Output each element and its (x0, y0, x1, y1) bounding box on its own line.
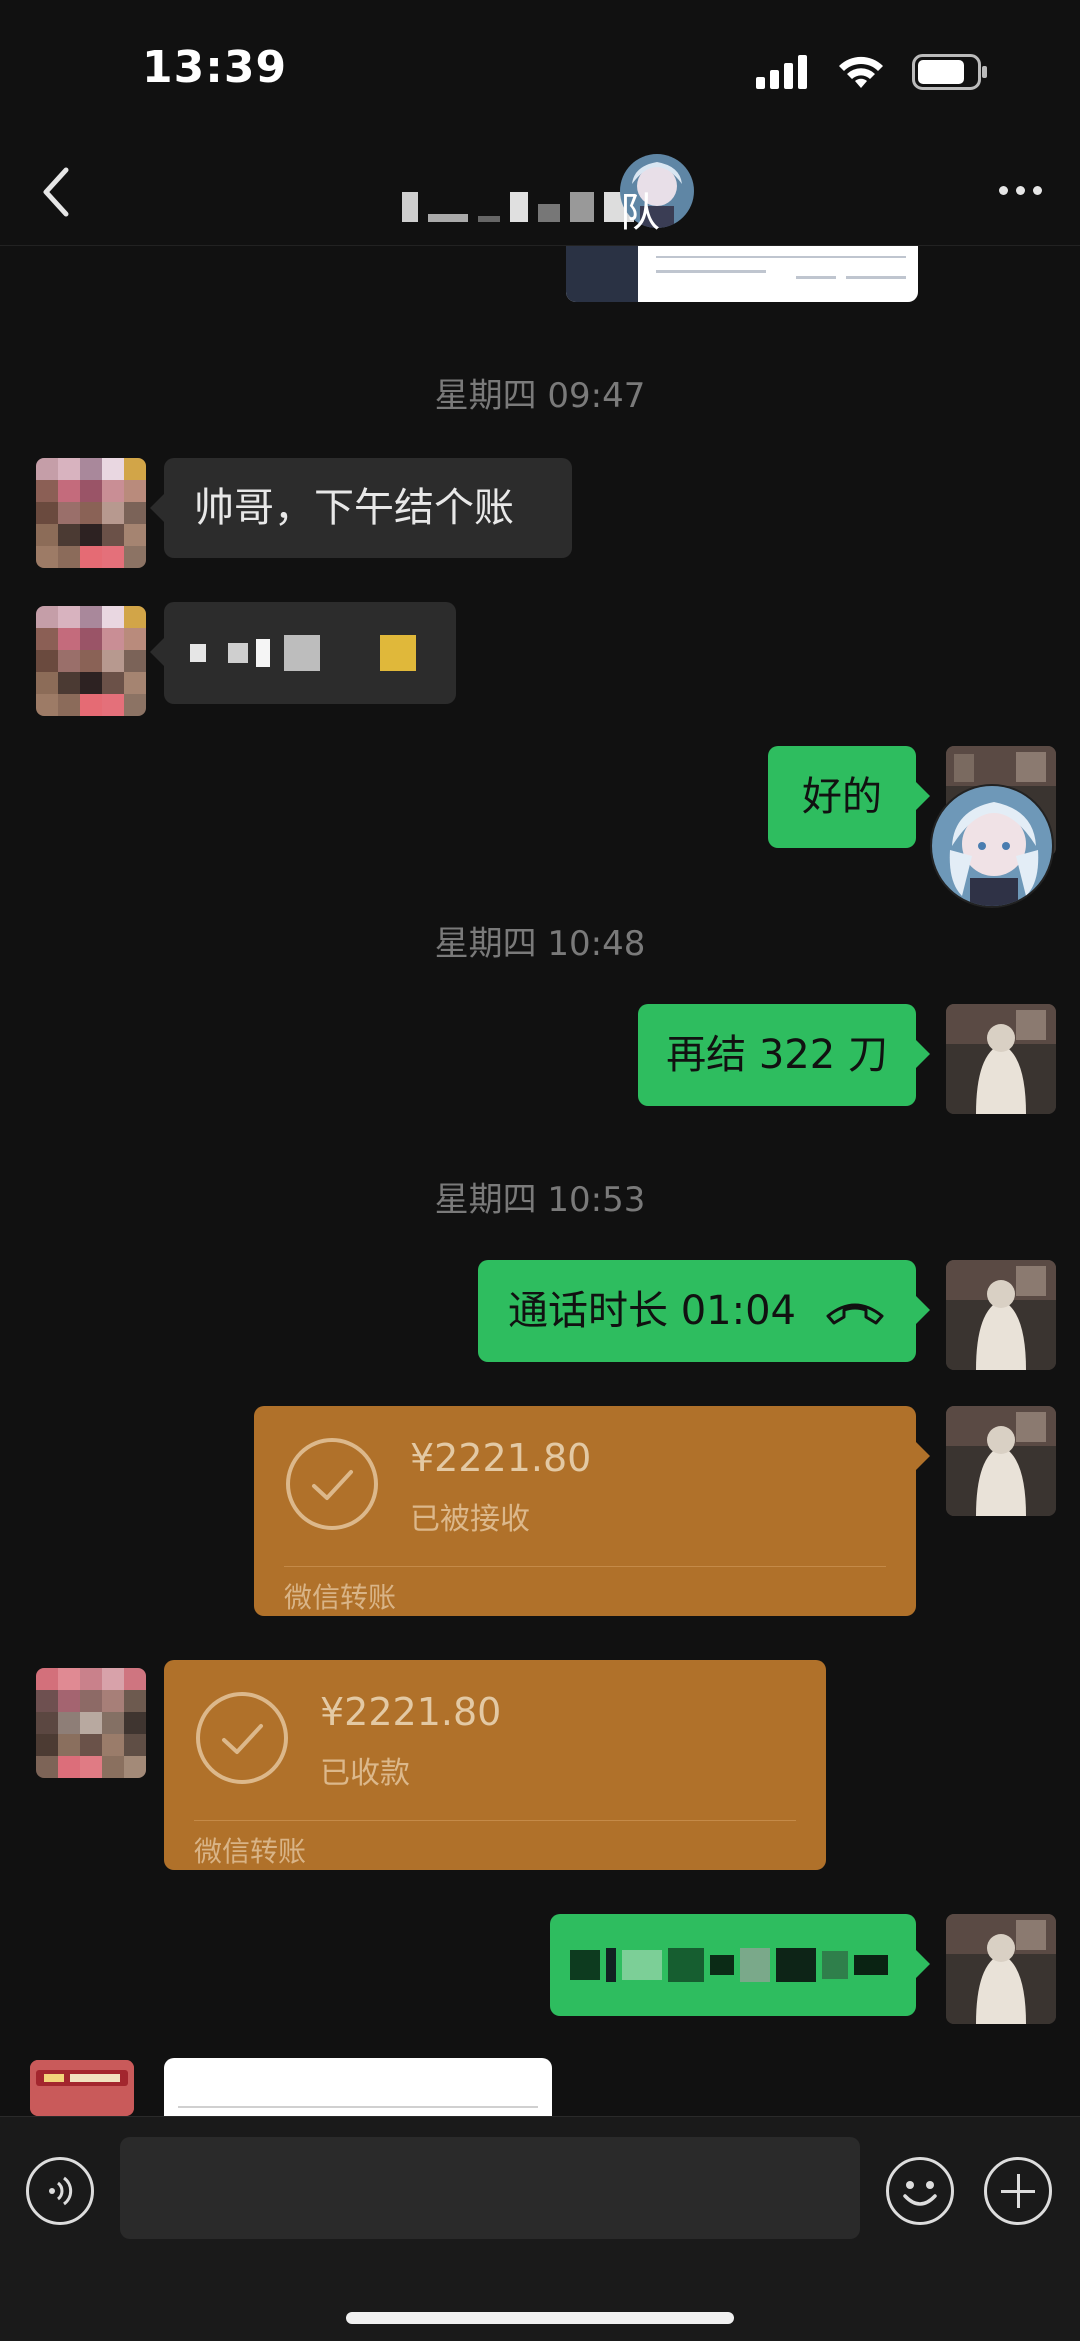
message-bubble-sent[interactable]: 再结 322 刀 (638, 1004, 930, 1106)
home-indicator (346, 2312, 734, 2324)
avatar-sticker (930, 784, 1054, 908)
plus-button[interactable] (984, 2157, 1052, 2225)
emoji-button[interactable] (886, 2157, 954, 2225)
emoji-icon (903, 2181, 937, 2206)
image-message-partial[interactable] (164, 2058, 552, 2116)
chat-nav-bar: 队 (0, 130, 1080, 246)
self-avatar[interactable] (946, 1260, 1056, 1370)
redacted-text (190, 635, 416, 671)
chat-title-redacted (402, 188, 634, 222)
contact-avatar[interactable] (36, 458, 146, 568)
transfer-card-received[interactable]: ¥2221.80 已收款 微信转账 (164, 1660, 826, 1870)
transfer-status: 已收款 (320, 1756, 410, 1791)
timestamp: 星期四 09:47 (434, 376, 646, 416)
redacted-text (570, 1948, 888, 1982)
transfer-label: 微信转账 (284, 1581, 397, 1614)
message-bubble-redacted[interactable] (150, 602, 456, 704)
timestamp: 星期四 10:53 (434, 1180, 646, 1220)
voice-icon (49, 2176, 73, 2206)
contact-avatar[interactable] (30, 2060, 134, 2116)
chat-input-bar (0, 2116, 1080, 2341)
call-duration-text: 通话时长 01:04 (508, 1288, 796, 1334)
more-dots-icon (998, 185, 1008, 195)
transfer-amount: ¥2221.80 (320, 1690, 502, 1734)
image-message-partial[interactable] (566, 246, 918, 302)
message-bubble-received[interactable]: 帅哥，下午结个账 (150, 458, 572, 558)
contact-avatar[interactable] (36, 606, 146, 716)
status-bar: 13:39 (0, 0, 1080, 130)
message-text: 再结 322 刀 (666, 1032, 888, 1078)
wifi-icon (839, 56, 883, 88)
voice-button[interactable] (26, 2157, 94, 2225)
chat-screen: 13:39 队 星期四 09:47 帅哥，下午结个账 好的 星期四 10:48 … (0, 0, 1080, 2341)
transfer-amount: ¥2221.80 (410, 1436, 592, 1480)
message-bubble-sent[interactable]: 好的 (768, 746, 930, 848)
self-avatar[interactable] (946, 1914, 1056, 2024)
battery-icon (912, 54, 987, 90)
self-avatar[interactable] (946, 1406, 1056, 1516)
timestamp: 星期四 10:48 (434, 924, 646, 964)
back-button[interactable] (34, 162, 78, 222)
contact-avatar[interactable] (36, 1668, 146, 1778)
status-icons (756, 54, 988, 90)
call-record-bubble[interactable]: 通话时长 01:04 (478, 1260, 930, 1362)
message-text: 帅哥，下午结个账 (194, 485, 514, 531)
chat-title: 队 (380, 154, 700, 236)
check-circle-icon (286, 1438, 378, 1530)
message-text: 好的 (802, 774, 882, 820)
cellular-signal-icon (756, 55, 807, 89)
check-circle-icon (196, 1692, 288, 1784)
chat-title-suffix: 队 (620, 190, 660, 236)
message-bubble-redacted[interactable] (550, 1914, 930, 2016)
self-avatar[interactable] (946, 1004, 1056, 1114)
phone-hangup-icon (826, 1303, 884, 1325)
transfer-status: 已被接收 (410, 1502, 530, 1537)
status-time: 13:39 (142, 42, 288, 93)
transfer-label: 微信转账 (194, 1835, 307, 1868)
more-button[interactable] (990, 170, 1050, 210)
transfer-card-sent[interactable]: ¥2221.80 已被接收 微信转账 (254, 1406, 930, 1616)
message-input[interactable] (120, 2137, 860, 2239)
